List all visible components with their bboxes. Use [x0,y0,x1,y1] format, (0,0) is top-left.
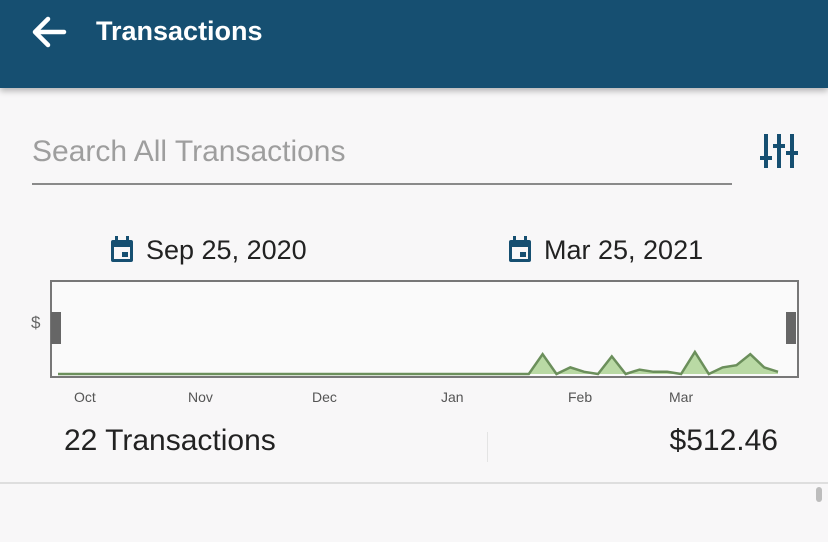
page-title: Transactions [96,16,263,46]
y-axis-label: $ [31,313,41,332]
chart-area [58,349,779,376]
filter-button[interactable] [758,130,802,174]
scrollbar[interactable] [816,487,822,502]
calendar-icon [509,236,531,262]
arrow-back-icon [32,16,67,48]
range-start-handle[interactable] [51,312,61,344]
search-input[interactable] [32,128,732,176]
start-date-picker[interactable]: Sep 25, 2020 [110,232,307,268]
month-label-dec: Dec [312,389,337,405]
month-label-oct: Oct [74,389,96,405]
month-label-nov: Nov [188,389,213,405]
sliders-icon [760,134,798,168]
section-divider [0,482,828,484]
month-label-jan: Jan [441,389,464,405]
app-bar: Transactions [0,0,828,88]
range-end-handle[interactable] [786,312,796,344]
transaction-total: $512.46 [669,424,778,457]
series-line [58,349,779,376]
series-area [58,352,778,374]
calendar-icon [111,236,133,262]
transaction-count: 22 Transactions [64,424,276,457]
back-button[interactable] [28,14,68,50]
search-field[interactable] [32,128,732,185]
end-date-label: Mar 25, 2021 [544,234,704,265]
month-label-feb: Feb [568,389,593,405]
month-label-mar: Mar [669,389,694,405]
spending-chart[interactable] [50,280,799,378]
start-date-label: Sep 25, 2020 [146,234,307,265]
end-date-picker[interactable]: Mar 25, 2021 [508,232,703,268]
summary-divider [487,432,488,462]
